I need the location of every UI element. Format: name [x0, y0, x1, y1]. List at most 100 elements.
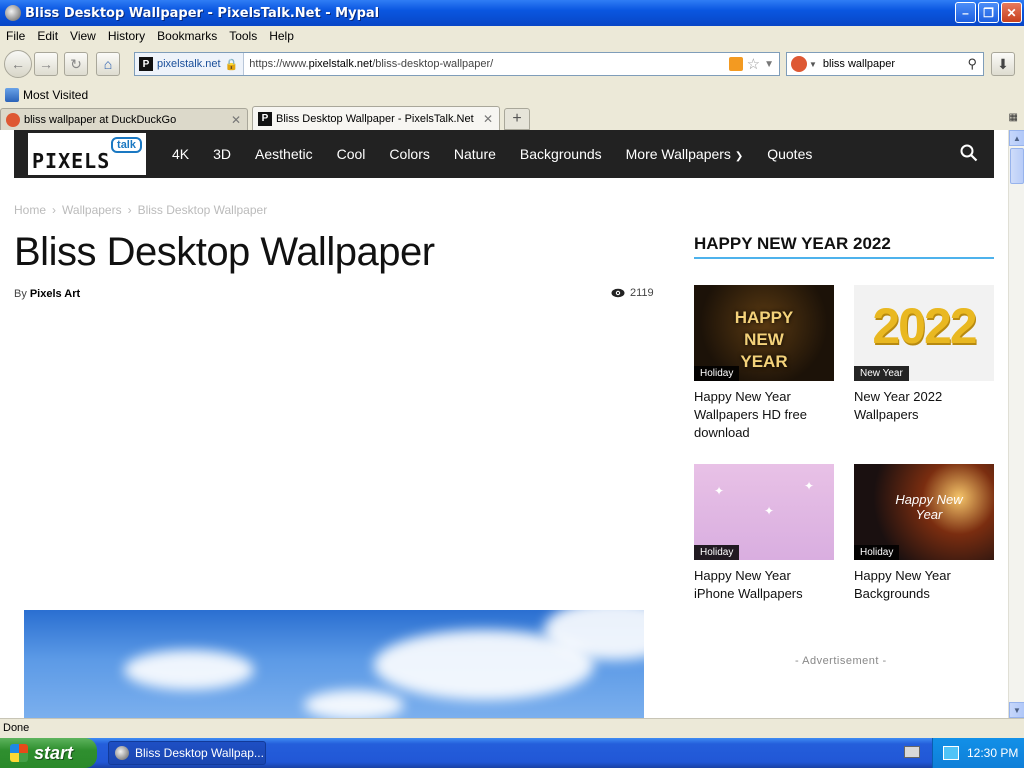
pixelstalk-favicon: P	[139, 57, 153, 71]
start-label: start	[34, 742, 74, 763]
menu-tools[interactable]: Tools	[223, 29, 263, 43]
card-category[interactable]: New Year	[854, 366, 909, 381]
card-thumbnail[interactable]: ✦ ✦ ✦ Holiday	[694, 464, 834, 560]
download-arrow-icon: ⬇	[997, 55, 1009, 72]
card-title[interactable]: Happy New Year iPhone Wallpapers	[694, 567, 834, 603]
scroll-down-icon[interactable]: ▼	[1009, 702, 1024, 718]
breadcrumb-home[interactable]: Home	[14, 203, 46, 217]
menu-bookmarks[interactable]: Bookmarks	[151, 29, 223, 43]
star-decoration-icon: ✦	[804, 479, 815, 493]
status-bar: Done	[0, 718, 1024, 738]
menu-history[interactable]: History	[102, 29, 151, 43]
nav-4k[interactable]: 4K	[172, 146, 189, 162]
nav-more-label: More Wallpapers	[625, 146, 731, 162]
card-category[interactable]: Holiday	[694, 545, 740, 560]
sidebar-card[interactable]: 2022 New Year New Year 2022 Wallpapers	[854, 285, 994, 424]
clock[interactable]: 12:30 PM	[967, 746, 1018, 760]
card-thumbnail-art: HAPPY NEW YEAR	[734, 308, 794, 371]
tab-label: Bliss Desktop Wallpaper - PixelsTalk.Net	[276, 112, 474, 125]
new-tab-button[interactable]: +	[504, 108, 530, 130]
card-title[interactable]: Happy New Year Backgrounds	[854, 567, 994, 603]
page-scrollbar[interactable]: ▲ ▼	[1008, 130, 1024, 718]
window-title: Bliss Desktop Wallpaper - PixelsTalk.Net…	[25, 5, 380, 21]
nav-nature[interactable]: Nature	[454, 146, 496, 162]
sidebar-card[interactable]: ✦ ✦ ✦ Holiday Happy New Year iPhone Wall…	[694, 464, 834, 603]
card-thumbnail[interactable]: HAPPY NEW YEAR Holiday	[694, 285, 834, 381]
pixelstalk-favicon: P	[258, 111, 272, 126]
url-dropdown-icon[interactable]: ▼	[764, 59, 774, 70]
card-thumbnail[interactable]: Happy New Year Holiday	[854, 464, 994, 560]
breadcrumb-current: Bliss Desktop Wallpaper	[137, 203, 268, 217]
sidebar-card[interactable]: Happy New Year Holiday Happy New Year Ba…	[854, 464, 994, 603]
home-button[interactable]: ⌂	[96, 52, 120, 76]
network-icon[interactable]	[943, 746, 959, 760]
scrollbar-thumb[interactable]	[1010, 148, 1024, 184]
menu-file[interactable]: File	[0, 29, 31, 43]
breadcrumb-wallpapers[interactable]: Wallpapers	[62, 203, 122, 217]
nav-backgrounds[interactable]: Backgrounds	[520, 146, 602, 162]
search-bar[interactable]: ▼ bliss wallpaper ⚲	[786, 52, 984, 76]
duckduckgo-engine-icon[interactable]	[791, 56, 807, 72]
reload-icon: ↻	[70, 55, 82, 72]
site-navbar: PIXELS talk 4K 3D Aesthetic Cool Colors …	[14, 130, 994, 178]
tab-list-icon[interactable]: ▦	[1009, 112, 1018, 123]
star-decoration-icon: ✦	[764, 504, 775, 518]
menu-view[interactable]: View	[64, 29, 102, 43]
breadcrumb: Home › Wallpapers › Bliss Desktop Wallpaper	[14, 203, 267, 217]
window-titlebar: Bliss Desktop Wallpaper - PixelsTalk.Net…	[0, 0, 1024, 26]
url-text[interactable]: https://www.pixelstalk.net/bliss-desktop…	[244, 58, 728, 70]
view-count: 2119	[611, 287, 654, 299]
address-bar[interactable]: P pixelstalk.net 🔒 https://www.pixelstal…	[134, 52, 780, 76]
close-window-button[interactable]: ✕	[1001, 2, 1022, 23]
nav-3d[interactable]: 3D	[213, 146, 231, 162]
start-button[interactable]: start	[0, 738, 97, 768]
chevron-down-icon: ❯	[734, 151, 744, 162]
bookmarks-toolbar: Most Visited	[0, 84, 1024, 106]
bookmark-star-icon[interactable]: ☆	[747, 55, 760, 73]
rss-feed-icon[interactable]	[728, 57, 743, 71]
most-visited-bookmark[interactable]: Most Visited	[23, 88, 88, 102]
sidebar-card[interactable]: HAPPY NEW YEAR Holiday Happy New Year Wa…	[694, 285, 834, 442]
card-title[interactable]: Happy New Year Wallpapers HD free downlo…	[694, 388, 834, 442]
menu-edit[interactable]: Edit	[31, 29, 64, 43]
downloads-button[interactable]: ⬇	[991, 52, 1015, 76]
card-thumbnail-art: 2022	[872, 298, 977, 354]
back-button[interactable]: ←	[4, 50, 32, 78]
nav-colors[interactable]: Colors	[389, 146, 429, 162]
author-link[interactable]: Pixels Art	[30, 288, 80, 300]
menu-help[interactable]: Help	[263, 29, 300, 43]
restore-button[interactable]: ❐	[978, 2, 999, 23]
search-icon[interactable]: ⚲	[967, 56, 977, 72]
menu-bar: File Edit View History Bookmarks Tools H…	[0, 26, 1024, 46]
forward-button[interactable]: →	[34, 52, 58, 76]
bliss-wallpaper-image[interactable]	[24, 610, 644, 718]
site-search-icon[interactable]	[960, 144, 978, 162]
minimize-button[interactable]: –	[955, 2, 976, 23]
tab-duckduckgo[interactable]: bliss wallpaper at DuckDuckGo ✕	[0, 108, 248, 130]
nav-quotes[interactable]: Quotes	[767, 146, 812, 162]
card-category[interactable]: Holiday	[694, 366, 740, 381]
close-tab-icon[interactable]: ✕	[231, 113, 241, 127]
eye-icon	[611, 288, 625, 298]
close-tab-icon[interactable]: ✕	[483, 112, 493, 126]
card-title[interactable]: New Year 2022 Wallpapers	[854, 388, 994, 424]
nav-aesthetic[interactable]: Aesthetic	[255, 146, 313, 162]
reload-button[interactable]: ↻	[64, 52, 88, 76]
system-tray: 12:30 PM	[932, 738, 1024, 768]
nav-cool[interactable]: Cool	[337, 146, 366, 162]
search-input[interactable]: bliss wallpaper	[823, 58, 968, 70]
card-category[interactable]: Holiday	[854, 545, 900, 560]
taskbar-window-button[interactable]: Bliss Desktop Wallpap...	[108, 741, 266, 765]
site-identity[interactable]: P pixelstalk.net 🔒	[135, 53, 245, 75]
site-logo[interactable]: PIXELS talk	[28, 133, 146, 175]
card-thumbnail[interactable]: 2022 New Year	[854, 285, 994, 381]
tab-bliss-wallpaper[interactable]: P Bliss Desktop Wallpaper - PixelsTalk.N…	[252, 106, 500, 130]
engine-dropdown-icon[interactable]: ▼	[809, 60, 817, 69]
sidebar-divider	[694, 257, 994, 259]
scroll-up-icon[interactable]: ▲	[1009, 130, 1024, 146]
forward-arrow-icon: →	[39, 56, 53, 72]
nav-more-wallpapers[interactable]: More Wallpapers ❯	[626, 146, 744, 162]
keyboard-icon[interactable]	[904, 746, 920, 758]
sidebar-title: HAPPY NEW YEAR 2022	[694, 234, 891, 253]
status-text: Done	[3, 722, 30, 734]
